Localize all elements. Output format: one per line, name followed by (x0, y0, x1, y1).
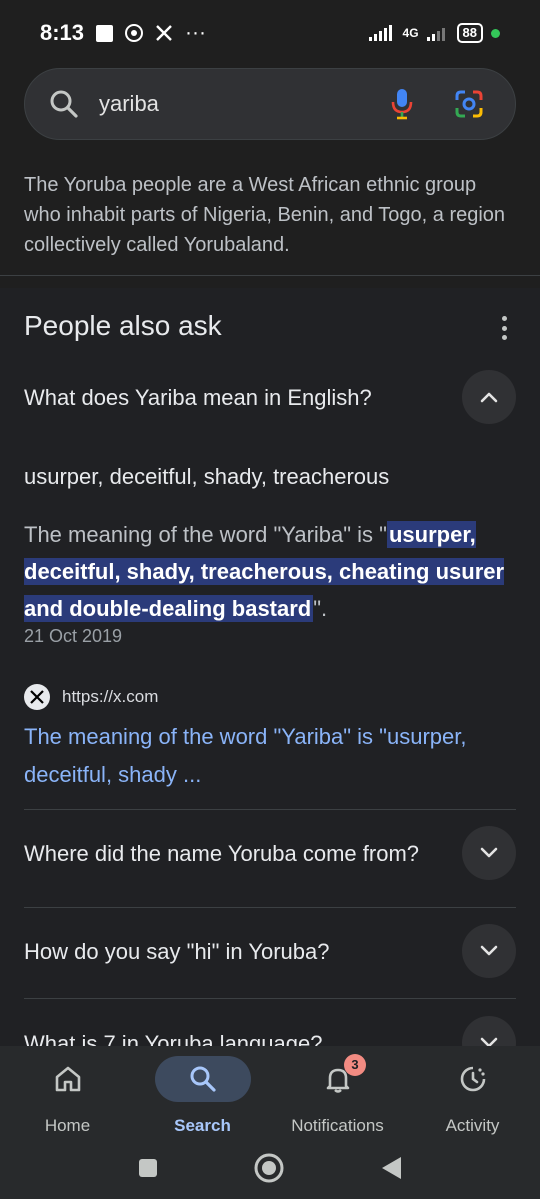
nav-label: Search (174, 1116, 231, 1135)
chevron-down-icon (480, 945, 498, 956)
divider (24, 907, 516, 908)
collapse-button[interactable] (462, 370, 516, 424)
microphone-icon[interactable] (391, 88, 413, 120)
recents-icon[interactable] (137, 1157, 159, 1179)
system-navigation (0, 1136, 540, 1199)
signal-icon (368, 25, 392, 41)
home-button-icon[interactable] (253, 1152, 285, 1184)
expand-button[interactable] (462, 924, 516, 978)
status-time: 8:13 (40, 20, 85, 45)
nav-search[interactable]: Search (135, 1046, 270, 1136)
status-bar: 8:13 ··· 4G 88 (0, 0, 540, 66)
x-logo-icon (156, 25, 172, 41)
privacy-indicator (491, 28, 500, 38)
paa-question[interactable]: How do you say "hi" in Yoruba? (24, 924, 516, 978)
nav-label: Activity (445, 1116, 500, 1135)
nav-label: Notifications (291, 1116, 384, 1135)
nav-label: Home (44, 1116, 91, 1135)
x-logo-icon (24, 684, 50, 710)
source-url: https://x.com (62, 687, 159, 706)
people-also-ask: People also ask What does Yariba mean in… (0, 288, 540, 1070)
source[interactable]: https://x.com (24, 684, 158, 710)
answer-date: 21 Oct 2019 (24, 626, 123, 646)
search-bar[interactable]: yariba (24, 68, 516, 140)
status-more: ··· (185, 21, 207, 44)
search-icon (190, 1066, 216, 1092)
notification-square-icon (96, 24, 114, 42)
nav-activity[interactable]: Activity (405, 1046, 540, 1136)
nav-home[interactable]: Home (0, 1046, 135, 1136)
paa-question-text: Where did the name Yoruba come from? (24, 840, 420, 866)
result-link[interactable]: The meaning of the word "Yariba" is "usu… (24, 718, 516, 794)
search-icon (50, 90, 78, 118)
paa-title: People also ask (24, 310, 222, 341)
expand-button[interactable] (462, 826, 516, 880)
network-type: 4G (402, 26, 419, 40)
bottom-navigation: Home Search 3 Notifications Activity (0, 1046, 540, 1136)
chevron-up-icon (480, 392, 498, 403)
more-options-icon[interactable] (498, 316, 510, 340)
divider (24, 998, 516, 999)
answer-prefix: The meaning of the word "Yariba" is " (24, 522, 387, 547)
answer-short: usurper, deceitful, shady, treacherous (24, 464, 390, 489)
paa-question-text: How do you say "hi" in Yoruba? (24, 938, 330, 964)
snippet-text: The Yoruba people are a West African eth… (24, 174, 506, 256)
search-input[interactable]: yariba (99, 91, 391, 117)
paa-question-text: What does Yariba mean in English? (24, 384, 372, 410)
signal-2-icon (426, 28, 445, 41)
back-icon[interactable] (379, 1155, 403, 1181)
featured-snippet: The Yoruba people are a West African eth… (0, 146, 540, 276)
google-lens-icon[interactable] (453, 88, 485, 120)
divider (24, 809, 516, 810)
notification-badge: 3 (344, 1054, 366, 1076)
home-icon (55, 1066, 80, 1092)
chevron-down-icon (480, 847, 498, 858)
paa-question[interactable]: Where did the name Yoruba come from? (24, 826, 516, 880)
battery-indicator: 88 (456, 23, 483, 43)
answer-long: The meaning of the word "Yariba" is "usu… (24, 516, 516, 627)
activity-icon (460, 1066, 485, 1092)
chrome-icon (125, 24, 144, 42)
paa-question-expanded[interactable]: What does Yariba mean in English? (24, 370, 516, 424)
answer-suffix: ". (313, 596, 328, 621)
nav-notifications[interactable]: 3 Notifications (270, 1046, 405, 1136)
